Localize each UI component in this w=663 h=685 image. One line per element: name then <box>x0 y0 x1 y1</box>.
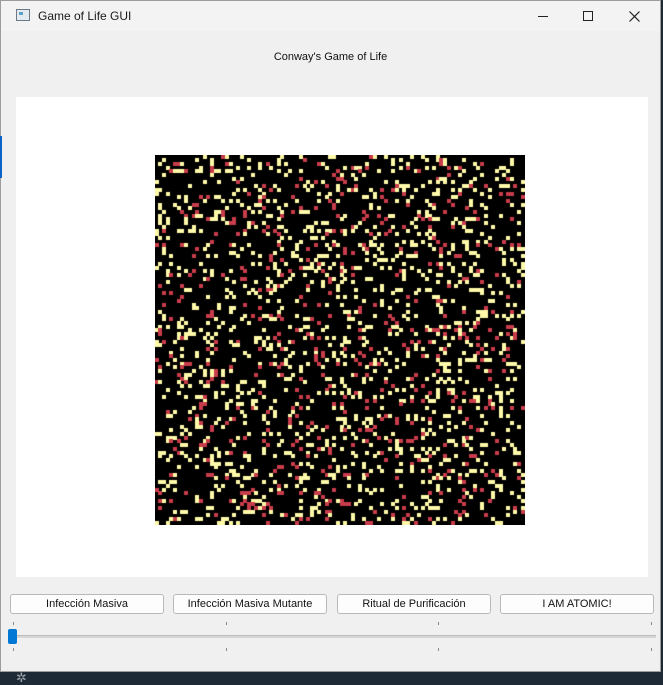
gear-icon: ✲ <box>16 670 27 685</box>
infeccion-masiva-button[interactable]: Infección Masiva <box>10 594 164 614</box>
speed-slider[interactable] <box>8 622 656 644</box>
secondary-slider[interactable] <box>8 644 656 660</box>
minimize-button[interactable] <box>520 1 566 31</box>
slider-tick <box>651 622 652 625</box>
slider-tick <box>438 648 439 651</box>
infeccion-masiva-mutante-button[interactable]: Infección Masiva Mutante <box>173 594 327 614</box>
slider-track <box>8 635 656 638</box>
slider-tick <box>226 622 227 625</box>
slider-tick <box>13 622 14 625</box>
maximize-icon <box>583 11 593 21</box>
close-button[interactable] <box>611 1 657 31</box>
title-bar[interactable]: Game of Life GUI <box>1 1 660 31</box>
slider-tick <box>226 648 227 651</box>
minimize-icon <box>538 15 548 17</box>
slider-handle[interactable] <box>8 629 17 644</box>
slider-tick <box>651 648 652 651</box>
desktop-accent-bar <box>0 136 2 178</box>
app-window: Game of Life GUI Conway's Game of Life I… <box>0 0 661 672</box>
atomic-button[interactable]: I AM ATOMIC! <box>500 594 654 614</box>
app-window-icon <box>16 9 30 21</box>
life-grid[interactable] <box>155 155 525 525</box>
maximize-button[interactable] <box>565 1 611 31</box>
window-title: Game of Life GUI <box>38 9 132 23</box>
slider-tick <box>13 648 14 651</box>
ritual-purificacion-button[interactable]: Ritual de Purificación <box>337 594 491 614</box>
game-title-label: Conway's Game of Life <box>273 51 388 63</box>
close-icon <box>628 10 640 22</box>
canvas-panel <box>16 97 648 577</box>
slider-tick <box>438 622 439 625</box>
